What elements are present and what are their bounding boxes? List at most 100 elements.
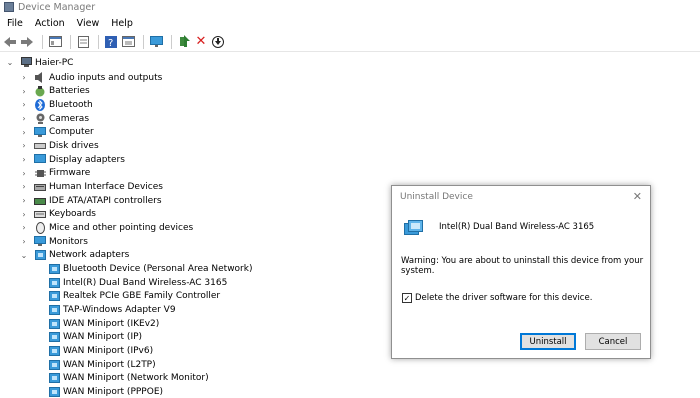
tree-category[interactable]: › Audio inputs and outputs — [20, 71, 162, 84]
chevron-right-icon[interactable]: › — [20, 169, 28, 178]
chevron-right-icon[interactable]: › — [20, 237, 28, 246]
download-icon[interactable] — [211, 35, 225, 49]
network-adapter-icon — [48, 386, 60, 397]
toolbar-separator — [42, 34, 43, 49]
network-adapter-item[interactable]: Intel(R) Dual Band Wireless-AC 3165 — [48, 276, 227, 289]
network-adapter-item[interactable]: WAN Miniport (IPv6) — [48, 344, 153, 357]
menu-action[interactable]: Action — [28, 18, 70, 29]
uninstall-button[interactable]: Uninstall — [520, 333, 576, 350]
title-bar: Device Manager — [0, 0, 700, 14]
network-adapter-icon — [48, 359, 60, 370]
dialog-close-icon[interactable]: ✕ — [633, 190, 642, 203]
network-adapter-icon — [48, 291, 60, 302]
network-adapter-item[interactable]: WAN Miniport (Network Monitor) — [48, 372, 209, 385]
network-adapter-label: WAN Miniport (Network Monitor) — [63, 373, 209, 384]
dialog-warning: Warning: You are about to uninstall this… — [401, 256, 644, 276]
dialog-device-name: Intel(R) Dual Band Wireless-AC 3165 — [439, 222, 595, 232]
toolbar-separator — [70, 34, 71, 49]
network-adapter-icon — [48, 318, 60, 329]
mouse-icon — [34, 221, 46, 234]
computer-icon — [20, 57, 32, 68]
cancel-button[interactable]: Cancel — [585, 333, 641, 350]
menu-file[interactable]: File — [0, 18, 28, 29]
device-manager-window: Device Manager File Action View Help ? ✕… — [0, 0, 700, 398]
network-adapter-item[interactable]: Realtek PCIe GBE Family Controller — [48, 290, 220, 303]
tree-root[interactable]: ⌄ Haier-PC — [6, 56, 73, 69]
tree-category[interactable]: › Monitors — [20, 235, 88, 248]
bluetooth-icon — [34, 98, 46, 111]
network-adapter-icon — [48, 345, 60, 356]
help-icon[interactable]: ? — [104, 35, 118, 49]
toolbar-separator — [98, 34, 99, 49]
tree-category-label: Batteries — [49, 86, 90, 97]
chevron-down-icon[interactable]: ⌄ — [20, 251, 28, 260]
tree-category[interactable]: › Mice and other pointing devices — [20, 221, 193, 234]
network-adapter-item[interactable]: WAN Miniport (IKEv2) — [48, 317, 159, 330]
uninstall-x-icon[interactable]: ✕ — [194, 34, 208, 49]
tree-category[interactable]: › Disk drives — [20, 139, 98, 152]
network-adapter-icon — [34, 250, 46, 261]
view-icon[interactable] — [121, 35, 135, 49]
chevron-right-icon[interactable]: › — [20, 128, 28, 137]
chevron-right-icon[interactable]: › — [20, 155, 28, 164]
menu-help[interactable]: Help — [104, 18, 138, 29]
network-adapter-label: WAN Miniport (IPv6) — [63, 345, 154, 356]
tree-category[interactable]: › Firmware — [20, 167, 90, 180]
update-driver-icon[interactable] — [177, 35, 191, 49]
chevron-right-icon[interactable]: › — [20, 223, 28, 232]
delete-driver-checkbox-label[interactable]: Delete the driver software for this devi… — [415, 293, 592, 303]
network-adapter-item[interactable]: Bluetooth Device (Personal Area Network) — [48, 262, 252, 275]
tree-category-label: Firmware — [49, 168, 91, 179]
battery-icon — [34, 85, 46, 97]
menu-view[interactable]: View — [70, 18, 105, 29]
chevron-right-icon[interactable]: › — [20, 73, 28, 82]
delete-driver-checkbox[interactable]: ✓ — [402, 293, 412, 303]
chevron-right-icon[interactable]: › — [20, 100, 28, 109]
monitor-icon[interactable] — [149, 35, 163, 49]
tree-category[interactable]: › Computer — [20, 126, 94, 139]
ide-controller-icon — [34, 195, 46, 206]
monitor-icon — [34, 236, 46, 247]
network-adapter-icon — [48, 332, 60, 343]
dialog-title: Uninstall Device — [400, 192, 473, 202]
tree-category[interactable]: › Bluetooth — [20, 98, 93, 111]
firmware-icon — [34, 168, 46, 179]
show-hide-console-icon[interactable] — [48, 35, 62, 49]
chevron-right-icon[interactable]: › — [20, 182, 28, 191]
network-adapter-icon — [48, 373, 60, 384]
tree-category[interactable]: › Display adapters — [20, 153, 125, 166]
back-arrow-icon[interactable] — [3, 35, 17, 49]
network-adapter-label: Realtek PCIe GBE Family Controller — [63, 291, 221, 302]
tree-category[interactable]: › Human Interface Devices — [20, 180, 163, 193]
svg-text:?: ? — [108, 38, 113, 48]
tree-category[interactable]: › Batteries — [20, 85, 90, 98]
chevron-right-icon[interactable]: › — [20, 87, 28, 96]
forward-arrow-icon[interactable] — [20, 35, 34, 49]
network-adapter-item[interactable]: TAP-Windows Adapter V9 — [48, 303, 176, 316]
properties-icon[interactable] — [76, 35, 90, 49]
tree-category-label: Mice and other pointing devices — [49, 222, 194, 233]
tree-category-label: Cameras — [49, 113, 90, 124]
network-adapter-item[interactable]: WAN Miniport (PPPOE) — [48, 385, 163, 398]
keyboard-icon — [34, 209, 46, 220]
chevron-right-icon[interactable]: › — [20, 196, 28, 205]
tree-category-label: Network adapters — [49, 250, 130, 261]
network-adapter-icon — [48, 263, 60, 274]
chevron-right-icon[interactable]: › — [20, 210, 28, 219]
network-adapter-label: TAP-Windows Adapter V9 — [63, 304, 176, 315]
tree-category[interactable]: › Keyboards — [20, 208, 96, 221]
tree-category-label: IDE ATA/ATAPI controllers — [49, 195, 162, 206]
network-adapter-item[interactable]: WAN Miniport (IP) — [48, 331, 142, 344]
chevron-right-icon[interactable]: › — [20, 114, 28, 123]
network-adapter-label: Intel(R) Dual Band Wireless-AC 3165 — [63, 277, 228, 288]
tree-category[interactable]: ⌄ Network adapters — [20, 249, 129, 262]
tree-category[interactable]: › Cameras — [20, 112, 89, 125]
tree-category-label: Computer — [49, 127, 94, 138]
chevron-right-icon[interactable]: › — [20, 141, 28, 150]
speaker-icon — [34, 72, 46, 83]
tree-category[interactable]: › IDE ATA/ATAPI controllers — [20, 194, 162, 207]
chevron-down-icon[interactable]: ⌄ — [6, 58, 14, 67]
network-adapter-item[interactable]: WAN Miniport (L2TP) — [48, 358, 156, 371]
tree-category-label: Human Interface Devices — [49, 181, 163, 192]
network-adapter-label: WAN Miniport (IP) — [63, 332, 143, 343]
